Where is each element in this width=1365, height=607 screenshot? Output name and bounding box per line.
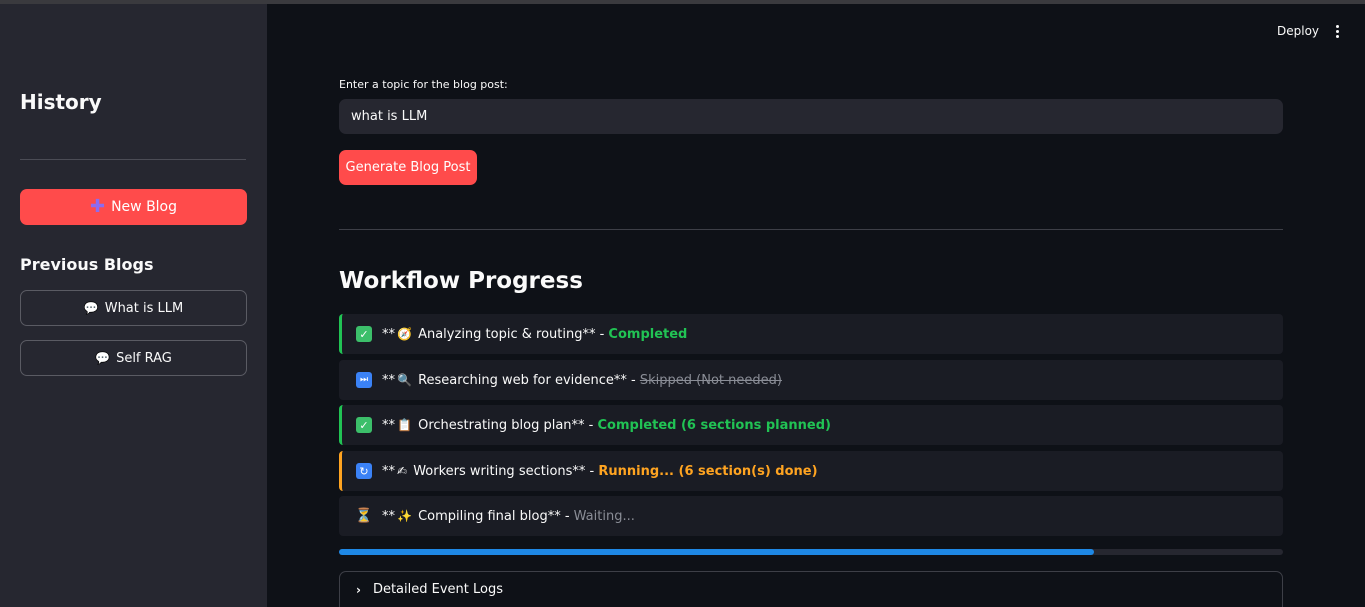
more-menu-icon[interactable] bbox=[1330, 22, 1344, 40]
step-status: Skipped (Not needed) bbox=[639, 372, 782, 388]
main-divider bbox=[339, 229, 1283, 230]
new-blog-label: New Blog bbox=[111, 199, 178, 215]
checkmark-icon: ✓ bbox=[356, 417, 372, 433]
event-logs-label: Detailed Event Logs bbox=[372, 582, 503, 597]
step-prefix: ** bbox=[382, 372, 395, 388]
workflow-step: ✓ ** 🧭 Analyzing topic & routing** - Comp… bbox=[339, 314, 1283, 354]
magnifier-icon: 🔍 bbox=[397, 373, 412, 387]
clipboard-icon: 📋 bbox=[397, 418, 412, 432]
topic-input[interactable] bbox=[339, 99, 1283, 134]
step-prefix: ** bbox=[382, 463, 395, 479]
workflow-step: ⏭ ** 🔍 Researching web for evidence** - S… bbox=[339, 360, 1283, 400]
previous-blog-button[interactable]: 💬 Self RAG bbox=[20, 340, 247, 376]
speech-bubble-icon: 💬 bbox=[83, 301, 99, 315]
step-status: Completed bbox=[608, 326, 688, 342]
topic-label: Enter a topic for the blog post: bbox=[339, 78, 508, 91]
step-prefix: ** bbox=[382, 417, 395, 433]
sidebar: History ✚ New Blog Previous Blogs 💬 What… bbox=[0, 4, 267, 607]
previous-blog-label: What is LLM bbox=[104, 300, 184, 316]
event-logs-expander[interactable]: › Detailed Event Logs bbox=[339, 571, 1283, 607]
sidebar-title: History bbox=[20, 90, 102, 114]
sparkles-icon: ✨ bbox=[397, 509, 412, 523]
compass-icon: 🧭 bbox=[397, 327, 412, 341]
sidebar-divider bbox=[20, 159, 246, 160]
chevron-right-icon: › bbox=[356, 582, 361, 597]
workflow-step: ⏳ ** ✨ Compiling final blog** - Waiting..… bbox=[339, 496, 1283, 536]
step-text: Compiling final blog** - bbox=[413, 508, 574, 524]
previous-blog-label: Self RAG bbox=[116, 350, 172, 366]
step-status: Completed (6 sections planned) bbox=[597, 417, 831, 433]
step-text: Workers writing sections** - bbox=[409, 463, 599, 479]
hourglass-icon: ⏳ bbox=[355, 508, 373, 524]
generate-blog-button[interactable]: Generate Blog Post bbox=[339, 150, 477, 185]
refresh-icon: ↻ bbox=[356, 463, 372, 479]
workflow-title: Workflow Progress bbox=[339, 268, 583, 294]
step-text: Analyzing topic & routing** - bbox=[413, 326, 609, 342]
deploy-button[interactable]: Deploy bbox=[1277, 24, 1319, 38]
checkmark-icon: ✓ bbox=[356, 326, 372, 342]
step-status: Running... (6 section(s) done) bbox=[598, 463, 818, 479]
step-text: Researching web for evidence** - bbox=[413, 372, 640, 388]
previous-blog-button[interactable]: 💬 What is LLM bbox=[20, 290, 247, 326]
previous-blogs-title: Previous Blogs bbox=[20, 255, 154, 274]
workflow-step: ✓ ** 📋 Orchestrating blog plan** - Comple… bbox=[339, 405, 1283, 445]
skip-forward-icon: ⏭ bbox=[356, 372, 372, 388]
step-status: Waiting... bbox=[573, 508, 635, 524]
progress-bar bbox=[339, 549, 1283, 555]
step-prefix: ** bbox=[382, 508, 395, 524]
new-blog-button[interactable]: ✚ New Blog bbox=[20, 189, 247, 225]
step-text: Orchestrating blog plan** - bbox=[413, 417, 598, 433]
progress-bar-fill bbox=[339, 549, 1095, 555]
step-prefix: ** bbox=[382, 326, 395, 342]
plus-icon: ✚ bbox=[89, 196, 106, 217]
workflow-step: ↻ ** ✍ Workers writing sections** - Runni… bbox=[339, 451, 1283, 491]
speech-bubble-icon: 💬 bbox=[95, 351, 111, 365]
writing-hand-icon: ✍ bbox=[397, 464, 408, 478]
